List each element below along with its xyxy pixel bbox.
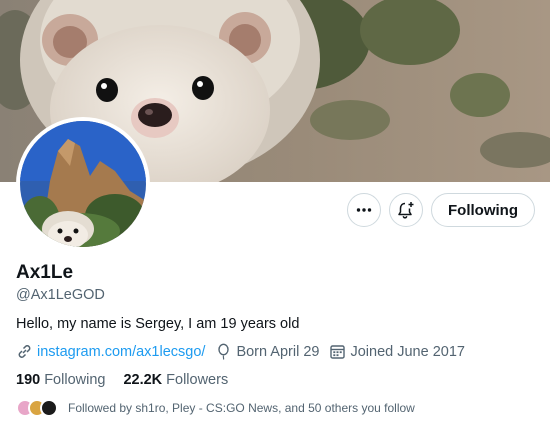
followed-by-avatars: [16, 399, 58, 417]
followed-by[interactable]: Followed by sh1ro, Pley - CS:GO News, an…: [16, 399, 415, 417]
calendar-icon: [330, 345, 346, 359]
birthday-text: Born April 29: [236, 343, 320, 360]
followers-count-link[interactable]: 22.2K Followers: [123, 372, 228, 388]
user-handle: @Ax1LeGOD: [16, 287, 105, 303]
more-button[interactable]: [347, 193, 382, 227]
follower-avatar: [40, 399, 58, 417]
notifications-button[interactable]: [389, 193, 424, 227]
avatar-image: [20, 121, 146, 247]
followers-label: Followers: [166, 372, 229, 388]
following-count: 190: [16, 372, 41, 388]
more-icon: [356, 208, 372, 212]
followed-by-text: Followed by sh1ro, Pley - CS:GO News, an…: [68, 401, 415, 415]
birthday-item: Born April 29: [215, 343, 319, 360]
following-count-link[interactable]: 190 Following: [16, 372, 105, 388]
joined-text: Joined June 2017: [350, 343, 465, 360]
joined-item: Joined June 2017: [329, 343, 465, 360]
bell-plus-icon: [398, 202, 414, 219]
profile-meta: instagram.com/ax1lecsgo/ Born April 29 J…: [16, 343, 475, 360]
website-link[interactable]: instagram.com/ax1lecsgo/: [37, 344, 205, 360]
link-icon: [18, 345, 31, 358]
display-name: Ax1Le: [16, 262, 74, 283]
website-item: instagram.com/ax1lecsgo/: [16, 343, 205, 360]
balloon-icon: [218, 343, 230, 360]
following-label: Following: [44, 372, 106, 388]
following-button[interactable]: Following: [431, 193, 535, 227]
follow-counts: 190 Following 22.2K Followers: [16, 372, 246, 388]
profile-avatar[interactable]: [16, 117, 150, 251]
profile-actions: Following: [347, 193, 535, 227]
followers-count: 22.2K: [123, 372, 163, 388]
bio-text: Hello, my name is Sergey, I am 19 years …: [16, 316, 300, 332]
